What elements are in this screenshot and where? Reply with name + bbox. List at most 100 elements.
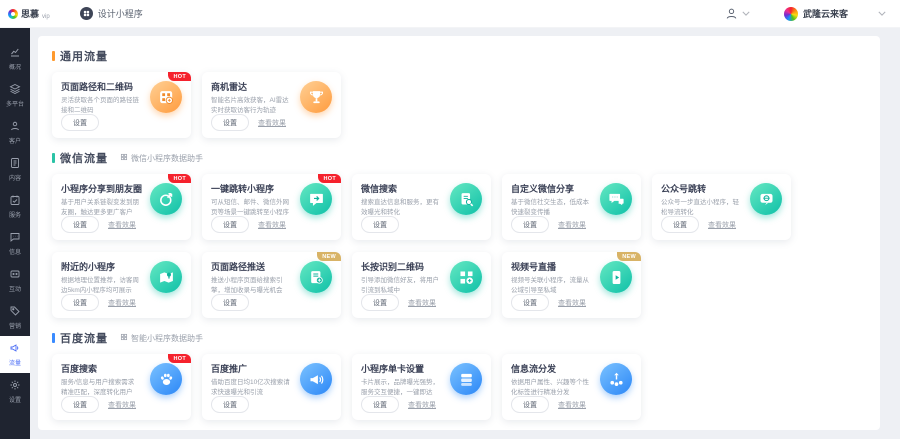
sidebar-item-label: 设置 xyxy=(9,395,21,404)
card-actions: 设置查看效果 xyxy=(361,294,436,311)
brand-name: 思慕 xyxy=(21,7,39,20)
view-results-link[interactable]: 查看效果 xyxy=(108,220,136,230)
nav-design-miniprogram[interactable]: 设计小程序 xyxy=(80,7,143,20)
new-badge: NEW xyxy=(617,252,641,261)
cards-row: 小程序分享到朋友圈基于用户关系链裂变发到朋友圈，触达更多更广客户HOT设置查看效… xyxy=(52,174,866,240)
sidebar-item-content[interactable]: 内容 xyxy=(0,151,30,188)
settings-button[interactable]: 设置 xyxy=(211,396,249,413)
settings-button[interactable]: 设置 xyxy=(61,396,99,413)
card-actions: 设置 xyxy=(61,114,99,131)
sidebar-item-overview[interactable]: 概况 xyxy=(0,40,30,77)
traffic-section: 百度流量智能小程序数据助手百度搜索服务/信息与用户搜索需求精准匹配，深度转化用户… xyxy=(52,330,866,420)
trophy-icon xyxy=(300,81,332,113)
settings-button[interactable]: 设置 xyxy=(61,216,99,233)
card-actions: 设置 xyxy=(211,396,249,413)
share-moments-icon xyxy=(150,183,182,215)
wechat-share-icon xyxy=(600,183,632,215)
card-actions: 设置查看效果 xyxy=(511,294,586,311)
view-results-link[interactable]: 查看效果 xyxy=(258,220,286,230)
section-header: 百度流量 智能小程序数据助手 xyxy=(52,330,866,346)
qr-code-icon xyxy=(150,81,182,113)
account-chevron-down-icon[interactable] xyxy=(878,11,886,16)
sidebar-item-messages[interactable]: 信息 xyxy=(0,225,30,262)
section-accent-bar xyxy=(52,51,55,61)
settings-button[interactable]: 设置 xyxy=(361,294,399,311)
sidebar-item-customers[interactable]: 客户 xyxy=(0,114,30,151)
feature-card: 信息流分发依据用户属性、兴趣等个性化标签进行精准分发设置查看效果 xyxy=(502,354,641,420)
view-results-link[interactable]: 查看效果 xyxy=(408,400,436,410)
promo-megaphone-icon xyxy=(300,363,332,395)
brand-logo-icon xyxy=(8,9,18,19)
qr-link-icon xyxy=(450,261,482,293)
view-results-link[interactable]: 查看效果 xyxy=(258,118,286,128)
settings-button[interactable]: 设置 xyxy=(361,216,399,233)
settings-button[interactable]: 设置 xyxy=(211,216,249,233)
settings-button[interactable]: 设置 xyxy=(361,396,399,413)
sidebar-item-settings[interactable]: 设置 xyxy=(0,373,30,410)
traffic-section: 微信流量 微信小程序数据助手小程序分享到朋友圈基于用户关系链裂变发到朋友圈，触达更… xyxy=(52,150,866,318)
sidebar-item-label: 互动 xyxy=(9,284,21,293)
chart-icon xyxy=(9,46,21,60)
chat-jump-icon xyxy=(300,183,332,215)
settings-button[interactable]: 设置 xyxy=(61,294,99,311)
sidebar-item-traffic[interactable]: 流量 xyxy=(0,336,30,373)
sidebar-item-label: 流量 xyxy=(9,358,21,367)
traffic-section: 通用流量页面路径和二维码灵活获取各个页面的路径链接和二维码HOT设置商机雷达智能… xyxy=(52,48,866,138)
user-icon[interactable] xyxy=(725,7,738,20)
paw-icon xyxy=(150,363,182,395)
hot-badge: HOT xyxy=(168,72,191,81)
sidebar-item-interaction[interactable]: 互动 xyxy=(0,262,30,299)
sidebar-item-label: 客户 xyxy=(9,136,21,145)
settings-button[interactable]: 设置 xyxy=(211,294,249,311)
section-title: 微信流量 xyxy=(60,150,108,166)
view-results-link[interactable]: 查看效果 xyxy=(708,220,736,230)
settings-button[interactable]: 设置 xyxy=(511,216,549,233)
feature-card: 自定义微信分享基于微信社交生态，低成本快速裂变传播设置查看效果 xyxy=(502,174,641,240)
settings-button[interactable]: 设置 xyxy=(511,294,549,311)
section-header: 微信流量 微信小程序数据助手 xyxy=(52,150,866,166)
data-assistant-link-label: 微信小程序数据助手 xyxy=(131,153,203,164)
settings-button[interactable]: 设置 xyxy=(661,216,699,233)
settings-button[interactable]: 设置 xyxy=(61,114,99,131)
sidebar-item-marketing[interactable]: 营销 xyxy=(0,299,30,336)
sidebar-item-label: 内容 xyxy=(9,173,21,182)
feature-card: 小程序分享到朋友圈基于用户关系链裂变发到朋友圈，触达更多更广客户HOT设置查看效… xyxy=(52,174,191,240)
data-assistant-link[interactable]: 智能小程序数据助手 xyxy=(120,333,203,344)
brand-logo[interactable]: 思慕 vip xyxy=(8,7,50,20)
main-area: 通用流量页面路径和二维码灵活获取各个页面的路径链接和二维码HOT设置商机雷达智能… xyxy=(30,28,900,439)
feature-card: 页面路径和二维码灵活获取各个页面的路径链接和二维码HOT设置 xyxy=(52,72,191,138)
view-results-link[interactable]: 查看效果 xyxy=(558,298,586,308)
feature-card: 附近的小程序根据地理位置推荐，访客周边5km内小程序均可展示设置查看效果 xyxy=(52,252,191,318)
view-results-link[interactable]: 查看效果 xyxy=(408,298,436,308)
feature-card: 微信搜索搜索直达信息和服务，更有效曝光和转化设置 xyxy=(352,174,491,240)
account-switcher[interactable]: 武隆云来客 xyxy=(784,7,848,21)
data-assistant-link-label: 智能小程序数据助手 xyxy=(131,333,203,344)
user-chevron-down-icon[interactable] xyxy=(742,11,750,16)
gear-icon xyxy=(9,379,21,393)
view-results-link[interactable]: 查看效果 xyxy=(558,400,586,410)
view-results-link[interactable]: 查看效果 xyxy=(108,400,136,410)
data-assistant-link[interactable]: 微信小程序数据助手 xyxy=(120,153,203,164)
distribute-icon xyxy=(600,363,632,395)
sidebar-nav: 概况多平台客户内容服务信息互动营销流量设置 xyxy=(0,28,30,439)
top-header: 思慕 vip 设计小程序 武隆云来客 xyxy=(0,0,900,28)
layers-icon xyxy=(9,83,21,97)
section-title: 百度流量 xyxy=(60,330,108,346)
feature-card: 小程序单卡设置卡片展示，品牌曝光强势，服务交互便捷，一键即达设置查看效果 xyxy=(352,354,491,420)
settings-button[interactable]: 设置 xyxy=(211,114,249,131)
view-results-link[interactable]: 查看效果 xyxy=(558,220,586,230)
doc-link-icon xyxy=(300,261,332,293)
nav-title: 设计小程序 xyxy=(98,7,143,20)
brand-suffix: vip xyxy=(42,14,50,20)
feature-card: 视频号直播视频号关联小程序，流量从公域引导至私域NEW设置查看效果 xyxy=(502,252,641,318)
new-badge: NEW xyxy=(317,252,341,261)
sidebar-item-platforms[interactable]: 多平台 xyxy=(0,77,30,114)
view-results-link[interactable]: 查看效果 xyxy=(108,298,136,308)
sidebar-item-services[interactable]: 服务 xyxy=(0,188,30,225)
file-icon xyxy=(9,157,21,171)
card-actions: 设置查看效果 xyxy=(511,216,586,233)
card-actions: 设置查看效果 xyxy=(661,216,736,233)
feature-card: 页面路径推送推送小程序页面给搜索引擎，增加收录与曝光机会NEW设置 xyxy=(202,252,341,318)
settings-button[interactable]: 设置 xyxy=(511,396,549,413)
person-icon xyxy=(9,120,21,134)
